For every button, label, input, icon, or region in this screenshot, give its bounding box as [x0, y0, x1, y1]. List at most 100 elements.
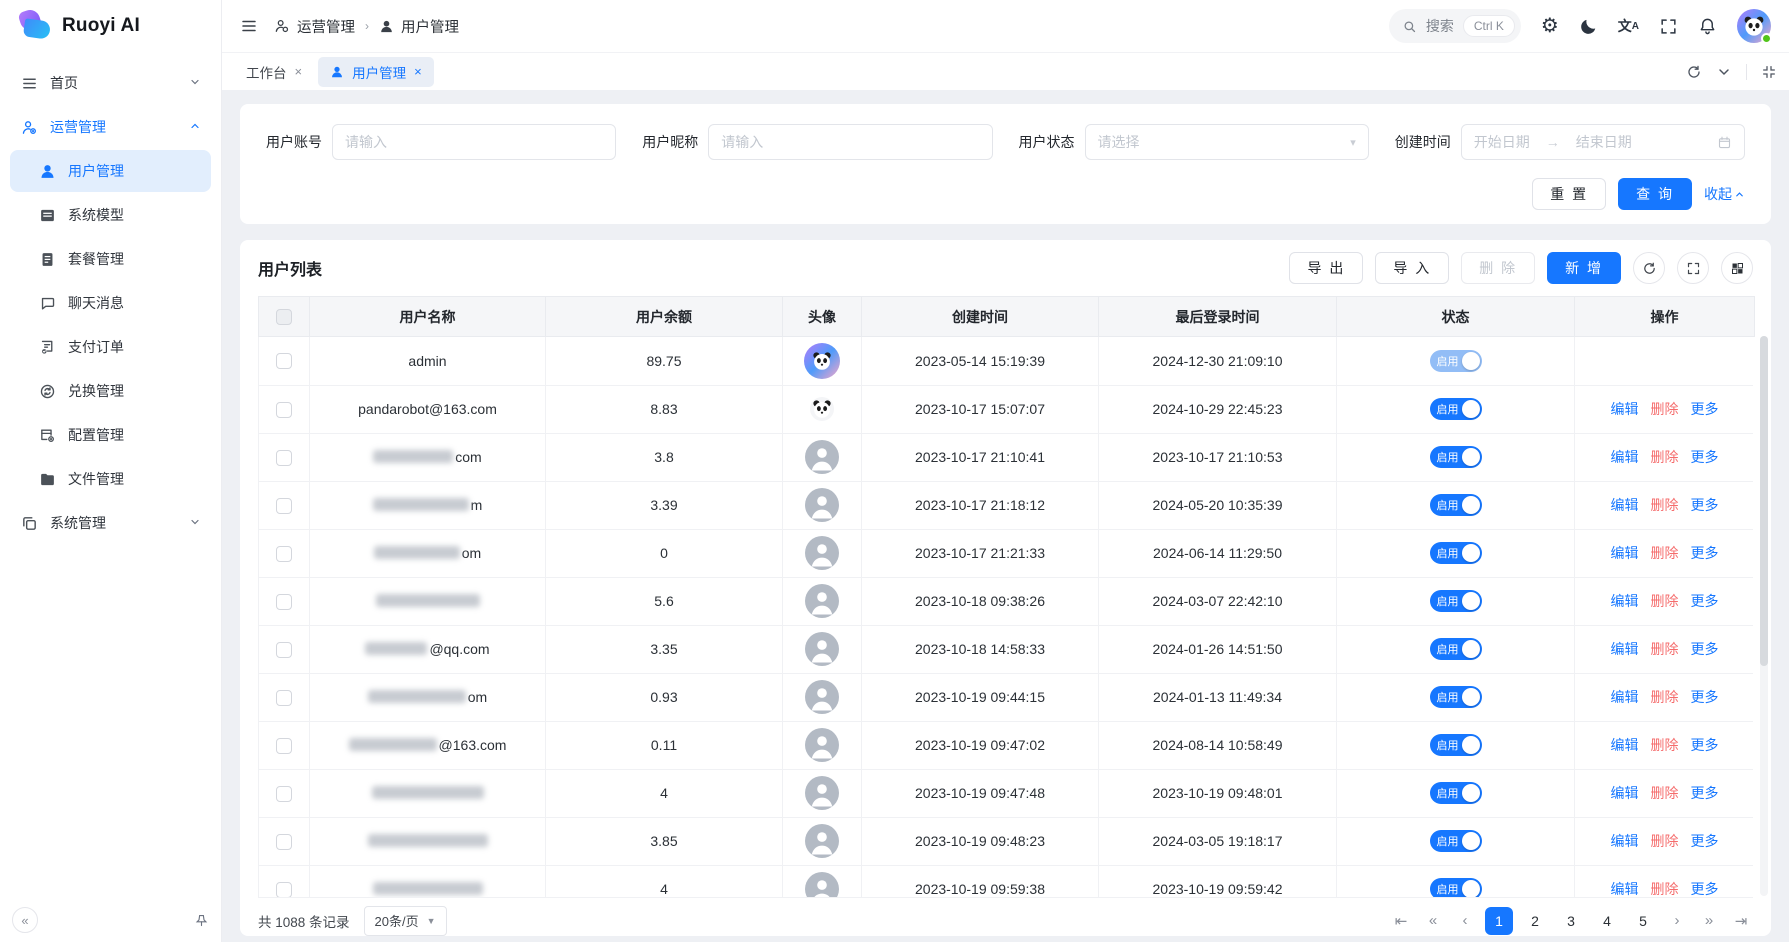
tab-workbench[interactable]: 工作台 ×	[234, 57, 314, 87]
status-toggle[interactable]: 启用	[1430, 686, 1482, 708]
table-fullscreen-icon[interactable]	[1677, 252, 1709, 284]
delete-link[interactable]: 删除	[1651, 785, 1679, 801]
status-select[interactable]: 请选择 ▾	[1085, 124, 1369, 160]
sidebar-item-home[interactable]: 首页	[10, 62, 211, 104]
jump-forward-button[interactable]: »	[1697, 907, 1721, 935]
more-link[interactable]: 更多	[1691, 689, 1719, 705]
pin-icon[interactable]	[194, 913, 209, 928]
more-link[interactable]: 更多	[1691, 545, 1719, 561]
sidebar-item-files[interactable]: 文件管理	[10, 458, 211, 500]
page-3-button[interactable]: 3	[1557, 907, 1585, 935]
edit-link[interactable]: 编辑	[1611, 593, 1639, 609]
row-checkbox[interactable]	[276, 353, 292, 369]
edit-link[interactable]: 编辑	[1611, 497, 1639, 513]
jump-back-button[interactable]: «	[1421, 907, 1445, 935]
first-page-button[interactable]: ⇤	[1389, 907, 1413, 935]
page-4-button[interactable]: 4	[1593, 907, 1621, 935]
breadcrumb-users[interactable]: 用户管理	[379, 16, 459, 37]
status-toggle[interactable]: 启用	[1430, 782, 1482, 804]
row-checkbox[interactable]	[276, 738, 292, 754]
status-toggle[interactable]: 启用	[1430, 494, 1482, 516]
sidebar-item-chat[interactable]: 聊天消息	[10, 282, 211, 324]
more-link[interactable]: 更多	[1691, 449, 1719, 465]
row-checkbox[interactable]	[276, 642, 292, 658]
delete-link[interactable]: 删除	[1651, 881, 1679, 897]
status-toggle[interactable]: 启用	[1430, 638, 1482, 660]
edit-link[interactable]: 编辑	[1611, 449, 1639, 465]
more-link[interactable]: 更多	[1691, 737, 1719, 753]
status-toggle[interactable]: 启用	[1430, 446, 1482, 468]
page-5-button[interactable]: 5	[1629, 907, 1657, 935]
delete-button[interactable]: 删 除	[1461, 252, 1535, 284]
status-toggle[interactable]: 启用	[1430, 350, 1482, 372]
status-toggle[interactable]: 启用	[1430, 398, 1482, 420]
sidebar-item-packages[interactable]: 套餐管理	[10, 238, 211, 280]
sidebar-item-config[interactable]: 配置管理	[10, 414, 211, 456]
row-checkbox[interactable]	[276, 690, 292, 706]
page-1-button[interactable]: 1	[1485, 907, 1513, 935]
status-toggle[interactable]: 启用	[1430, 542, 1482, 564]
export-button[interactable]: 导 出	[1289, 252, 1363, 284]
more-link[interactable]: 更多	[1691, 881, 1719, 897]
status-toggle[interactable]: 启用	[1430, 590, 1482, 612]
delete-link[interactable]: 删除	[1651, 449, 1679, 465]
delete-link[interactable]: 删除	[1651, 401, 1679, 417]
breadcrumb-operations[interactable]: 运营管理	[274, 16, 355, 37]
hamburger-icon[interactable]	[240, 17, 258, 35]
delete-link[interactable]: 删除	[1651, 641, 1679, 657]
edit-link[interactable]: 编辑	[1611, 833, 1639, 849]
collapse-filter-link[interactable]: 收起	[1704, 184, 1745, 204]
global-search[interactable]: 搜索 Ctrl K	[1389, 9, 1521, 43]
date-range-input[interactable]: 开始日期 → 结束日期	[1461, 124, 1745, 160]
edit-link[interactable]: 编辑	[1611, 881, 1639, 897]
reset-button[interactable]: 重 置	[1532, 178, 1606, 210]
page-2-button[interactable]: 2	[1521, 907, 1549, 935]
column-settings-icon[interactable]	[1721, 252, 1753, 284]
sidebar-item-system[interactable]: 系统管理	[10, 502, 211, 544]
close-icon[interactable]: ×	[295, 64, 303, 79]
row-checkbox[interactable]	[276, 786, 292, 802]
more-link[interactable]: 更多	[1691, 785, 1719, 801]
row-checkbox[interactable]	[276, 546, 292, 562]
edit-link[interactable]: 编辑	[1611, 689, 1639, 705]
sidebar-item-users[interactable]: 用户管理	[10, 150, 211, 192]
status-toggle[interactable]: 启用	[1430, 734, 1482, 756]
more-link[interactable]: 更多	[1691, 641, 1719, 657]
dark-mode-moon-icon[interactable]	[1579, 17, 1598, 36]
row-checkbox[interactable]	[276, 450, 292, 466]
row-checkbox[interactable]	[276, 498, 292, 514]
status-toggle[interactable]: 启用	[1430, 878, 1482, 897]
more-link[interactable]: 更多	[1691, 593, 1719, 609]
edit-link[interactable]: 编辑	[1611, 545, 1639, 561]
refresh-icon[interactable]	[1686, 64, 1702, 80]
sidebar-item-models[interactable]: 系统模型	[10, 194, 211, 236]
scrollbar-thumb[interactable]	[1760, 336, 1768, 666]
add-button[interactable]: 新 增	[1547, 252, 1621, 284]
page-size-select[interactable]: 20条/页 ▼	[364, 906, 447, 936]
more-link[interactable]: 更多	[1691, 497, 1719, 513]
more-link[interactable]: 更多	[1691, 401, 1719, 417]
settings-gear-icon[interactable]: ⚙	[1541, 16, 1559, 36]
row-checkbox[interactable]	[276, 402, 292, 418]
sidebar-item-orders[interactable]: 支付订单	[10, 326, 211, 368]
language-translate-icon[interactable]: 文A	[1618, 16, 1639, 36]
refresh-icon[interactable]	[1633, 252, 1665, 284]
row-checkbox[interactable]	[276, 834, 292, 850]
edit-link[interactable]: 编辑	[1611, 737, 1639, 753]
search-button[interactable]: 查 询	[1618, 178, 1692, 210]
select-all-checkbox[interactable]	[276, 309, 292, 325]
status-toggle[interactable]: 启用	[1430, 830, 1482, 852]
delete-link[interactable]: 删除	[1651, 737, 1679, 753]
prev-page-button[interactable]: ‹	[1453, 907, 1477, 935]
edit-link[interactable]: 编辑	[1611, 401, 1639, 417]
edit-link[interactable]: 编辑	[1611, 785, 1639, 801]
nickname-input[interactable]: 请输入	[708, 124, 992, 160]
row-checkbox[interactable]	[276, 882, 292, 897]
last-page-button[interactable]: ⇥	[1729, 907, 1753, 935]
sidebar-item-operations[interactable]: 运营管理	[10, 106, 211, 148]
close-icon[interactable]: ×	[414, 64, 422, 79]
delete-link[interactable]: 删除	[1651, 689, 1679, 705]
fullscreen-icon[interactable]	[1659, 17, 1678, 36]
notifications-bell-icon[interactable]	[1698, 17, 1717, 36]
import-button[interactable]: 导 入	[1375, 252, 1449, 284]
